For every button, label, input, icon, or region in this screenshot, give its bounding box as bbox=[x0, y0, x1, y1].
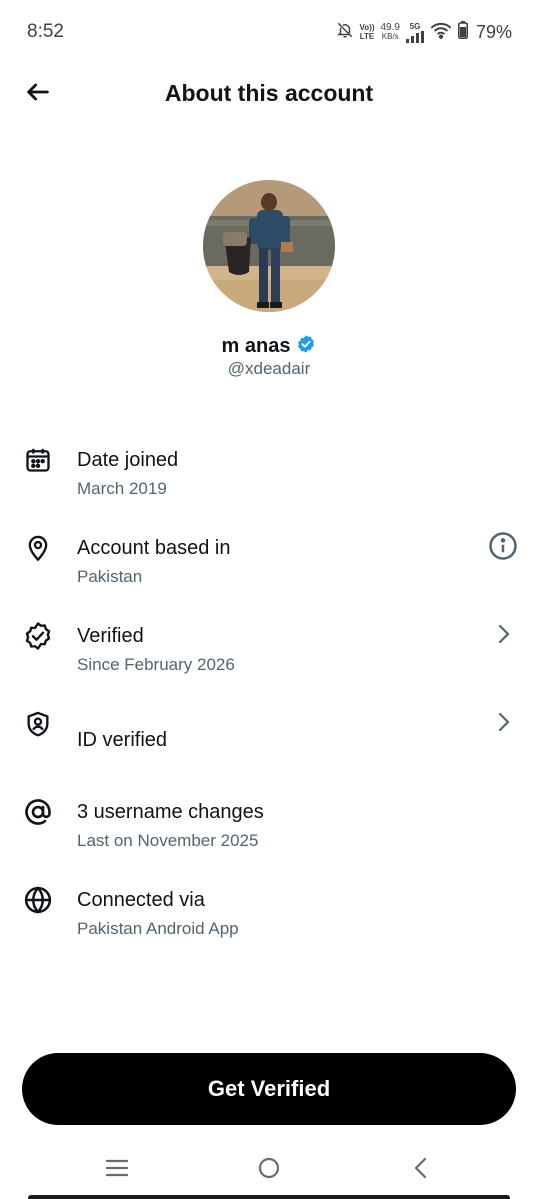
chevron-left-icon bbox=[411, 1156, 431, 1185]
chevron-right-icon bbox=[491, 620, 515, 653]
profile-name: m anas bbox=[221, 335, 291, 357]
system-back-button[interactable] bbox=[401, 1154, 441, 1186]
battery-icon bbox=[457, 20, 468, 44]
list-item-connected-via: Connected via Pakistan Android App bbox=[0, 856, 538, 944]
status-icons: Vo)) LTE 49.9 KB/s 5G 79% bbox=[336, 20, 512, 44]
row-text: ID verified bbox=[77, 711, 167, 769]
row-subtitle: Since February 2026 bbox=[77, 655, 235, 674]
row-title: ID verified bbox=[77, 729, 168, 751]
list-item-id-verified[interactable]: ID verified bbox=[0, 680, 538, 768]
at-sign-icon bbox=[22, 796, 54, 828]
list-item-date-joined: Date joined March 2019 bbox=[0, 416, 538, 504]
row-title: 3 username changes bbox=[77, 801, 264, 823]
id-shield-icon bbox=[22, 708, 54, 740]
menu-lines-icon bbox=[105, 1158, 129, 1183]
list-item-username-changes: 3 username changes Last on November 2025 bbox=[0, 768, 538, 856]
network-speed: 49.9 KB/s bbox=[380, 22, 400, 42]
wifi-icon bbox=[430, 21, 452, 44]
home-button[interactable] bbox=[249, 1154, 289, 1186]
recents-button[interactable] bbox=[97, 1154, 137, 1186]
row-title: Date joined bbox=[77, 449, 179, 471]
avatar bbox=[203, 180, 335, 312]
info-button[interactable] bbox=[486, 531, 520, 565]
row-text: Connected via Pakistan Android App bbox=[77, 887, 239, 942]
battery-percentage: 79% bbox=[475, 21, 512, 42]
row-subtitle: March 2019 bbox=[77, 479, 167, 498]
list-item-account-based-in: Account based in Pakistan bbox=[0, 504, 538, 592]
profile-handle: @xdeadair bbox=[227, 359, 311, 378]
mute-notifications-icon bbox=[336, 21, 354, 44]
row-subtitle: Pakistan bbox=[77, 567, 143, 586]
calendar-icon bbox=[22, 444, 54, 476]
row-title: Connected via bbox=[77, 889, 205, 911]
profile-name-row: m anas bbox=[0, 334, 538, 359]
chevron-right-icon bbox=[491, 708, 515, 741]
list-item-verified[interactable]: Verified Since February 2026 bbox=[0, 592, 538, 680]
status-bar: 8:52 Vo)) LTE 49.9 KB/s 5G 79% bbox=[0, 0, 538, 62]
row-subtitle: Last on November 2025 bbox=[77, 831, 259, 850]
globe-icon bbox=[22, 884, 54, 916]
id-verified-chevron-button[interactable] bbox=[486, 707, 520, 741]
top-app-bar: About this account bbox=[0, 62, 538, 126]
verified-outline-icon bbox=[22, 620, 54, 652]
status-time: 8:52 bbox=[27, 21, 64, 42]
home-circle-icon bbox=[257, 1156, 281, 1185]
account-info-list: Date joined March 2019 Account based in … bbox=[0, 416, 538, 944]
volte-indicator: Vo)) LTE bbox=[359, 23, 375, 41]
row-title: Verified bbox=[77, 625, 144, 647]
signal-strength-icon: 5G bbox=[405, 22, 424, 43]
verified-chevron-button[interactable] bbox=[486, 619, 520, 653]
get-verified-button[interactable]: Get Verified bbox=[22, 1053, 516, 1125]
home-indicator bbox=[28, 1195, 510, 1199]
system-navigation-bar bbox=[0, 1140, 538, 1199]
row-text: Account based in Pakistan bbox=[77, 535, 230, 590]
row-text: Date joined March 2019 bbox=[77, 447, 178, 502]
page-title: About this account bbox=[164, 80, 374, 106]
row-title: Account based in bbox=[77, 537, 231, 559]
location-pin-icon bbox=[22, 532, 54, 564]
verified-badge-icon bbox=[296, 334, 316, 359]
row-subtitle: Pakistan Android App bbox=[77, 919, 239, 938]
row-text: 3 username changes Last on November 2025 bbox=[77, 799, 264, 854]
info-icon bbox=[488, 531, 518, 566]
row-text: Verified Since February 2026 bbox=[77, 623, 235, 678]
